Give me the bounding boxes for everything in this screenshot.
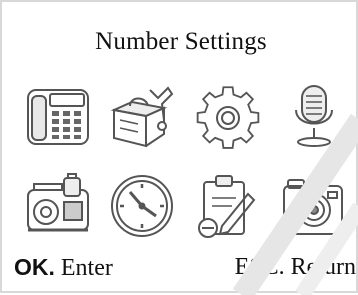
lcd-screen: Number Settings OK. Enter ESC. Return — [0, 0, 358, 295]
page-title: Number Settings — [95, 28, 267, 55]
ok-action-label: Enter — [60, 255, 113, 281]
desk-phone-icon — [27, 89, 89, 145]
menu-icon-grid — [18, 76, 344, 252]
safe-icon — [27, 173, 89, 232]
microphone-icon — [295, 85, 333, 147]
camera-icon — [283, 179, 343, 235]
gear-icon — [196, 86, 260, 149]
clock-icon — [111, 175, 173, 237]
clipboard-edit-icon — [198, 175, 256, 238]
menu-item-camera[interactable] — [274, 166, 354, 246]
menu-item-tools[interactable] — [102, 76, 182, 156]
ok-enter-hint[interactable]: OK. Enter — [14, 254, 113, 282]
ok-key-label: OK. — [14, 254, 55, 280]
toolbox-icon — [110, 86, 174, 148]
menu-item-records[interactable] — [188, 166, 268, 246]
esc-return-hint[interactable]: ESC. Return — [235, 254, 356, 281]
menu-item-audio[interactable] — [274, 76, 354, 156]
menu-item-settings[interactable] — [188, 76, 268, 156]
menu-item-phone[interactable] — [18, 76, 98, 156]
menu-item-time[interactable] — [102, 166, 182, 246]
footer-hints: OK. Enter ESC. Return — [2, 254, 358, 288]
menu-item-security[interactable] — [18, 166, 98, 246]
